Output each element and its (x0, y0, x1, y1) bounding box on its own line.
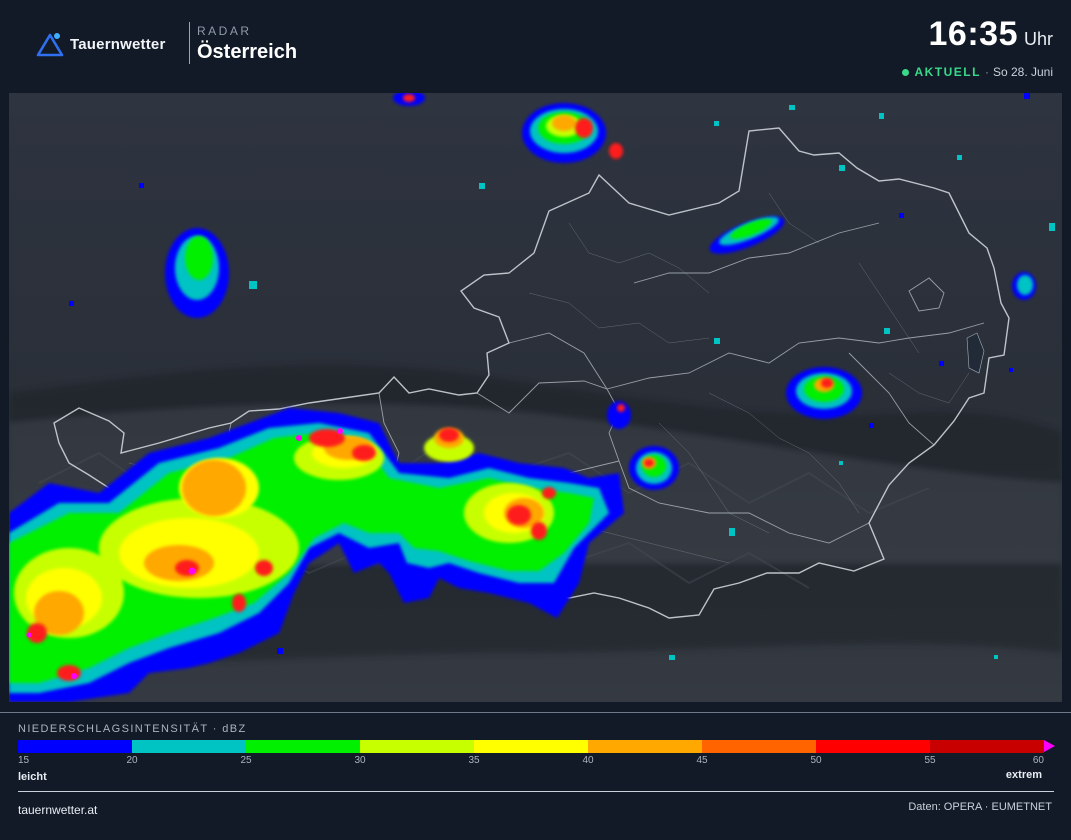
scale-label-low: leicht (18, 771, 47, 783)
intensity-scale-ticks: 15 20 25 30 35 40 45 50 55 60 (18, 755, 1044, 767)
scale-segment (246, 740, 360, 753)
section-heading: RADAR Österreich (197, 24, 297, 64)
status-line: AKTUELL · So 28. Juni (902, 65, 1053, 79)
scale-label-high: extrem (1005, 769, 1042, 781)
live-dot-icon (902, 68, 910, 76)
scale-segment (360, 740, 474, 753)
scale-segment (18, 740, 132, 753)
intensity-scale-bar (18, 740, 1044, 753)
status-separator: · (984, 65, 989, 79)
legend-title: NIEDERSCHLAGSINTENSITÄT · dBZ (18, 723, 247, 735)
scale-tick-label: 30 (354, 755, 366, 766)
mountain-logo-icon (36, 33, 64, 57)
radar-map-canvas (9, 93, 1062, 702)
scale-tick-label: 55 (924, 755, 936, 766)
clock: 16:35 Uhr (929, 15, 1053, 54)
scale-segment (816, 740, 930, 753)
clock-time: 16:35 (928, 15, 1018, 53)
scale-segment (474, 740, 588, 753)
footer-site-link[interactable]: tauernwetter.at (18, 803, 97, 817)
scale-tick-label: 35 (468, 755, 480, 766)
status-live: AKTUELL (914, 65, 981, 79)
brand-name: Tauernwetter (70, 35, 166, 53)
section-title: Österreich (197, 41, 298, 63)
header: Tauernwetter RADAR Österreich 16:35 Uhr … (0, 0, 1071, 93)
scale-segment (588, 740, 702, 753)
clock-unit: Uhr (1023, 29, 1053, 49)
scale-tick-label: 20 (126, 755, 138, 766)
scale-segment (132, 740, 246, 753)
legend-divider (0, 712, 1071, 713)
scale-tick-label: 60 (1032, 755, 1044, 766)
scale-arrow-icon (1044, 740, 1055, 752)
scale-tick-label: 40 (582, 755, 594, 766)
footer-divider (18, 791, 1054, 792)
brand[interactable]: Tauernwetter (36, 30, 165, 58)
scale-tick-label: 45 (696, 755, 708, 766)
section-kicker: RADAR (197, 24, 252, 38)
header-divider (189, 22, 190, 64)
scale-segment (930, 740, 1044, 753)
intensity-scale (18, 740, 1055, 753)
scale-tick-label: 50 (810, 755, 822, 766)
footer-credits: Daten: OPERA · EUMETNET (908, 801, 1052, 813)
scale-tick-label: 25 (240, 755, 252, 766)
scale-segment (702, 740, 816, 753)
radar-map[interactable] (9, 93, 1062, 702)
scale-tick-label: 15 (18, 755, 30, 766)
status-date: So 28. Juni (992, 65, 1053, 79)
